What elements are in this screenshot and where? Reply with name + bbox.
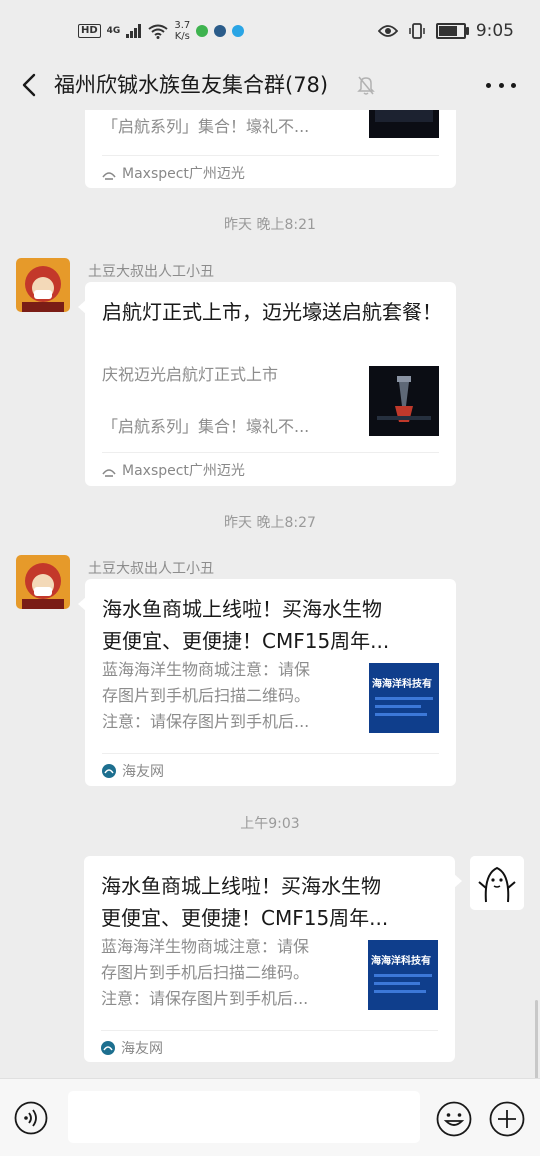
card-description: 注意：请保存图片到手机后... xyxy=(101,989,309,1008)
clock: 9:05 xyxy=(475,21,514,41)
plus-icon[interactable] xyxy=(489,1101,525,1137)
sender-name: 土豆大叔出人工小丑 xyxy=(88,264,214,280)
card-description: 蓝海海洋生物商城注意：请保 xyxy=(101,937,310,956)
card-description: 「启航系列」集合！壕礼不... xyxy=(102,117,310,136)
card-title-line: 海水鱼商城上线啦！买海水生物 xyxy=(102,597,382,621)
speed-value: 3.7 xyxy=(174,20,191,31)
sender-name: 土豆大叔出人工小丑 xyxy=(88,561,214,577)
card-divider xyxy=(102,155,439,156)
card-description: 存图片到手机后扫描二维码。 xyxy=(102,686,311,705)
card-title-line: 海水鱼商城上线啦！买海水生物 xyxy=(101,874,381,898)
article-thumbnail xyxy=(369,366,439,436)
source-name: Maxspect广州迈光 xyxy=(122,166,245,182)
card-divider xyxy=(102,452,439,453)
hd-badge: HD xyxy=(78,24,101,38)
maxspect-logo-icon xyxy=(102,469,116,477)
article-card[interactable]: 海水鱼商城上线啦！买海水生物 更便宜、更便捷！CMF15周年... 蓝海海洋生物… xyxy=(84,856,462,1062)
emoji-icon[interactable] xyxy=(436,1101,472,1137)
avatar[interactable] xyxy=(470,856,524,910)
article-thumbnail xyxy=(369,110,439,138)
eye-icon xyxy=(377,25,398,37)
avatar-image xyxy=(16,258,70,312)
thumbnail-text: 海海洋科技有 xyxy=(371,956,431,967)
timestamp: 昨天 晚上8:21 xyxy=(224,217,316,233)
bell-muted-icon xyxy=(357,76,375,95)
network-type: 4G xyxy=(106,26,121,36)
article-card[interactable]: 海水鱼商城上线啦！买海水生物 更便宜、更便捷！CMF15周年... 蓝海海洋生物… xyxy=(78,579,456,786)
card-description: 注意：请保存图片到手机后... xyxy=(102,712,310,731)
avatar-image xyxy=(16,555,70,609)
haiyou-logo-icon xyxy=(102,764,116,778)
card-title-line: 更便宜、更便捷！CMF15周年... xyxy=(102,629,390,653)
message-list[interactable]: 「启航系列」集合！壕礼不... Maxspect广州迈光 昨天 晚上8:21 土… xyxy=(0,110,540,1078)
chat-title: 福州欣铖水族鱼友集合群(78) xyxy=(54,73,329,97)
scrollbar[interactable] xyxy=(535,1000,538,1078)
article-card[interactable]: 「启航系列」集合！壕礼不... Maxspect广州迈光 xyxy=(85,110,456,188)
card-title: 海水鱼商城上线啦！买海水生物 更便宜、更便捷！CMF15周年... xyxy=(102,593,442,657)
vibrate-icon xyxy=(409,23,425,39)
timestamp: 上午9:03 xyxy=(240,816,300,832)
source-name: 海友网 xyxy=(121,1041,163,1057)
article-thumbnail: 海海洋科技有 xyxy=(368,940,438,1010)
card-source: Maxspect广州迈光 xyxy=(102,163,245,183)
card-divider xyxy=(102,753,439,754)
card-description: 存图片到手机后扫描二维码。 xyxy=(101,963,310,982)
card-source: 海友网 xyxy=(101,1038,163,1058)
source-name: 海友网 xyxy=(122,764,164,780)
maxspect-logo-icon xyxy=(102,172,116,180)
battery-icon xyxy=(435,23,469,39)
signal-icon xyxy=(126,24,142,38)
app-notification-icon xyxy=(196,25,209,37)
status-bar-left: HD 4G 3.7 K/s xyxy=(78,18,245,44)
avatar[interactable] xyxy=(16,555,70,609)
wifi-icon xyxy=(148,24,168,39)
message-input[interactable] xyxy=(68,1091,420,1143)
card-source: Maxspect广州迈光 xyxy=(102,460,245,480)
card-description: 蓝海海洋生物商城注意：请保 xyxy=(102,660,311,679)
more-dots-icon[interactable] xyxy=(486,74,516,96)
status-bar-right: 9:05 xyxy=(377,18,514,44)
card-description: 庆祝迈光启航灯正式上市 xyxy=(102,365,279,384)
card-title: 启航灯正式上市，迈光壕送启航套餐！ xyxy=(102,300,442,324)
avatar-image xyxy=(470,856,524,910)
haiyou-logo-icon xyxy=(101,1041,115,1055)
chevron-left-icon[interactable] xyxy=(16,70,46,100)
article-thumbnail: 海海洋科技有 xyxy=(369,663,439,733)
network-speed: 3.7 K/s xyxy=(174,20,190,42)
app-notification-icon xyxy=(214,25,227,37)
avatar[interactable] xyxy=(16,258,70,312)
speed-unit: K/s xyxy=(174,31,190,42)
article-card[interactable]: 启航灯正式上市，迈光壕送启航套餐！ 庆祝迈光启航灯正式上市 「启航系列」集合！壕… xyxy=(78,282,456,486)
card-title-line: 更便宜、更便捷！CMF15周年... xyxy=(101,906,389,930)
status-bar: HD 4G 3.7 K/s 9:05 xyxy=(0,0,540,60)
chat-header: 福州欣铖水族鱼友集合群(78) xyxy=(0,60,540,110)
timestamp: 昨天 晚上8:27 xyxy=(224,515,316,531)
card-description: 「启航系列」集合！壕礼不... xyxy=(102,417,310,436)
thumbnail-text: 海海洋科技有 xyxy=(372,679,432,690)
input-bar xyxy=(0,1078,540,1156)
card-title: 海水鱼商城上线啦！买海水生物 更便宜、更便捷！CMF15周年... xyxy=(101,870,441,934)
voice-icon[interactable] xyxy=(14,1101,48,1135)
source-name: Maxspect广州迈光 xyxy=(122,463,245,479)
card-source: 海友网 xyxy=(102,761,164,781)
battery-level xyxy=(438,26,457,36)
card-divider xyxy=(101,1030,438,1031)
app-notification-icon xyxy=(232,25,245,37)
